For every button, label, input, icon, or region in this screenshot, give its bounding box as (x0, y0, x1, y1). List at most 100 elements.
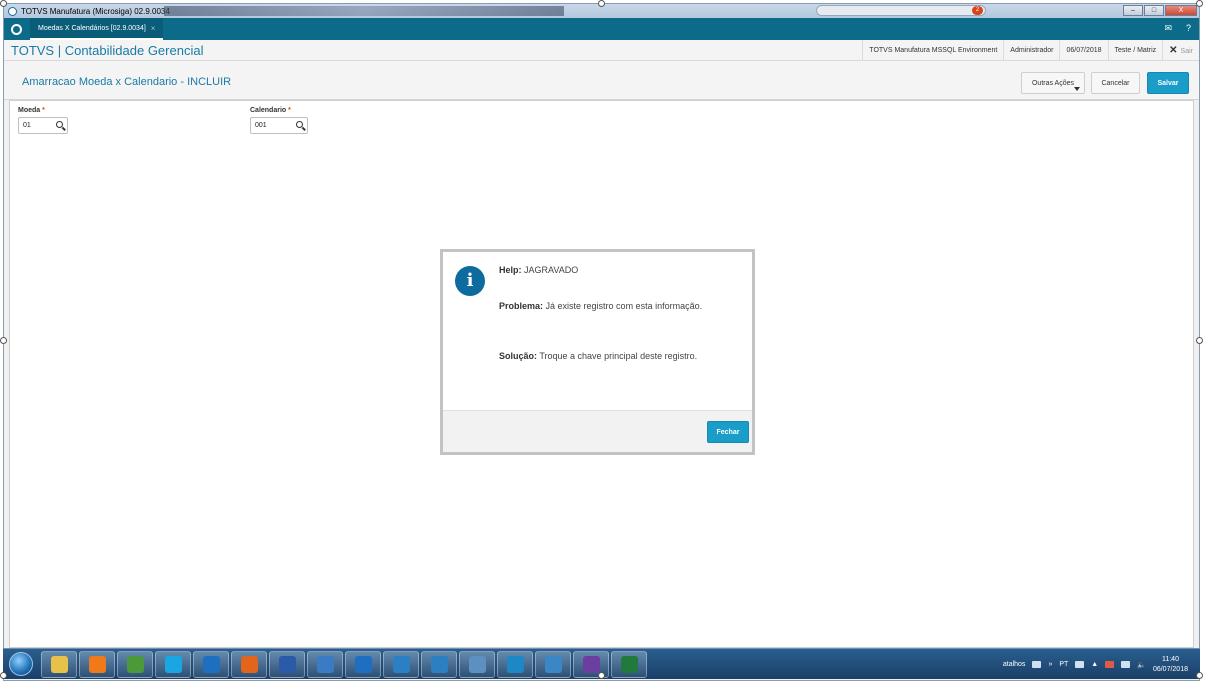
taskbar-app-button[interactable] (421, 651, 457, 678)
info-icon: i (455, 266, 485, 296)
tab-label: Moedas X Calendários [02.9.0034] (38, 24, 146, 32)
taskbar-app-button[interactable] (117, 651, 153, 678)
dialog-footer: Fechar (443, 410, 752, 452)
app-header: TOTVS | Contabilidade Gerencial TOTVS Ma… (4, 39, 1199, 62)
clock-time: 11:40 (1161, 655, 1179, 663)
mail-icon[interactable]: ✉ (1164, 23, 1172, 34)
network-status-icon[interactable] (1121, 661, 1131, 668)
window-controls: – □ X (1123, 5, 1197, 16)
problem-label: Problema: (499, 301, 544, 311)
close-dialog-button[interactable]: Fechar (707, 421, 749, 443)
taskbar-app-button[interactable] (345, 651, 381, 678)
moeda-label-text: Moeda (18, 107, 41, 114)
titlebar-blurred-area (164, 6, 564, 16)
file-explorer-icon (50, 656, 68, 673)
tab-close-icon[interactable]: × (151, 24, 156, 33)
problem-value: Já existe registro com esta informação. (545, 301, 703, 311)
taskbar-app-button[interactable] (155, 651, 191, 678)
calendario-field: Calendario * 001 (250, 107, 308, 134)
help-icon[interactable]: ? (1186, 23, 1191, 34)
word-icon (278, 656, 296, 673)
user-label: Administrador (1003, 40, 1059, 61)
flag-icon[interactable] (1105, 661, 1115, 668)
volume-icon[interactable]: 🔈 (1137, 661, 1146, 669)
date-label: 06/07/2018 (1059, 40, 1107, 61)
help-dialog: i Help: JAGRAVADO Problema: Já existe re… (440, 249, 755, 455)
app-logo-icon (8, 6, 17, 16)
solution-label: Solução: (499, 351, 538, 361)
cancel-button[interactable]: Cancelar (1091, 72, 1140, 94)
close-window-button[interactable]: X (1165, 5, 1197, 16)
taskbar-app-button[interactable] (269, 651, 305, 678)
resize-handle[interactable] (1196, 337, 1203, 344)
clock-date: 06/07/2018 (1152, 665, 1188, 673)
taskbar-app-button[interactable] (193, 651, 229, 678)
window-title: TOTVS Manufatura (Microsiga) 02.9.0034 (21, 6, 170, 16)
excel-icon (620, 656, 638, 673)
taskbar-app-button[interactable] (535, 651, 571, 678)
taskbar-apps (41, 651, 647, 678)
resize-handle[interactable] (0, 672, 7, 679)
search-icon[interactable] (56, 121, 63, 128)
taskbar-app-button[interactable] (459, 651, 495, 678)
app-title: TOTVS | Contabilidade Gerencial (11, 43, 204, 58)
clock[interactable]: 11:40 06/07/2018 (1153, 655, 1188, 675)
firefox-icon (240, 656, 258, 673)
taskbar-app-button[interactable] (307, 651, 343, 678)
maximize-button[interactable]: □ (1144, 5, 1164, 16)
resize-handle[interactable] (1196, 672, 1203, 679)
calendario-input[interactable]: 001 (250, 117, 308, 134)
outlook-icon (202, 656, 220, 673)
totvs-logo-icon[interactable] (11, 23, 22, 35)
save-button[interactable]: Salvar (1147, 72, 1189, 94)
network-icon (392, 656, 410, 673)
exit-label: Sair (1180, 47, 1193, 55)
remote-desktop-icon (430, 656, 448, 673)
branch-label[interactable]: Teste / Matriz (1107, 40, 1163, 61)
resize-handle[interactable] (1196, 0, 1203, 7)
monitor-icon (468, 656, 486, 673)
start-button[interactable] (9, 652, 33, 676)
resize-handle[interactable] (0, 337, 7, 344)
required-marker: * (42, 107, 45, 114)
help-label: Help: (499, 265, 522, 275)
resize-handle[interactable] (0, 0, 7, 7)
form-header: Amarracao Moeda x Calendario - INCLUIR O… (4, 61, 1199, 100)
close-icon: ✕ (1169, 44, 1178, 56)
required-marker: * (288, 107, 291, 114)
taskbar-app-button[interactable] (497, 651, 533, 678)
moeda-input[interactable]: 01 (18, 117, 68, 134)
search-icon[interactable] (296, 121, 303, 128)
show-hidden-icons[interactable]: ▲ (1091, 661, 1098, 668)
more-actions-label: Outras Ações (1031, 79, 1075, 87)
compass-icon (544, 656, 562, 673)
chevron-down-icon (1074, 87, 1080, 91)
problem-line: Problema: Já existe registro com esta in… (499, 301, 702, 311)
taskbar-app-button[interactable] (79, 651, 115, 678)
taskbar-app-button[interactable] (611, 651, 647, 678)
notification-pill[interactable]: 2 (816, 5, 986, 16)
notification-badge: 2 (972, 6, 983, 15)
tab-moedas-calendarios[interactable]: Moedas X Calendários [02.9.0034] × (30, 18, 164, 40)
environment-label: TOTVS Manufatura MSSQL Environment (862, 40, 1003, 61)
minimize-button[interactable]: – (1123, 5, 1143, 16)
toolbar-icon[interactable] (1032, 661, 1042, 668)
taskbar-app-button[interactable] (231, 651, 267, 678)
taskbar-app-button[interactable] (41, 651, 77, 678)
language-indicator[interactable]: PT (1059, 661, 1068, 668)
calendario-value: 001 (255, 122, 267, 129)
resize-handle[interactable] (598, 0, 605, 7)
media-player-icon (88, 656, 106, 673)
resize-handle[interactable] (598, 672, 605, 679)
exit-button[interactable]: ✕ Sair (1162, 39, 1199, 62)
keyboard-icon[interactable] (1075, 661, 1085, 668)
visual-studio-icon (582, 656, 600, 673)
tray-expand-icon[interactable]: » (1048, 661, 1052, 668)
tray-label[interactable]: atalhos (1003, 661, 1026, 668)
more-actions-button[interactable]: Outras Ações (1021, 72, 1085, 94)
moeda-value: 01 (23, 122, 31, 129)
solution-value: Troque a chave principal deste registro. (539, 351, 698, 361)
taskbar-app-button[interactable] (383, 651, 419, 678)
calendario-label: Calendario * (250, 107, 308, 114)
session-info: TOTVS Manufatura MSSQL Environment Admin… (862, 39, 1199, 62)
